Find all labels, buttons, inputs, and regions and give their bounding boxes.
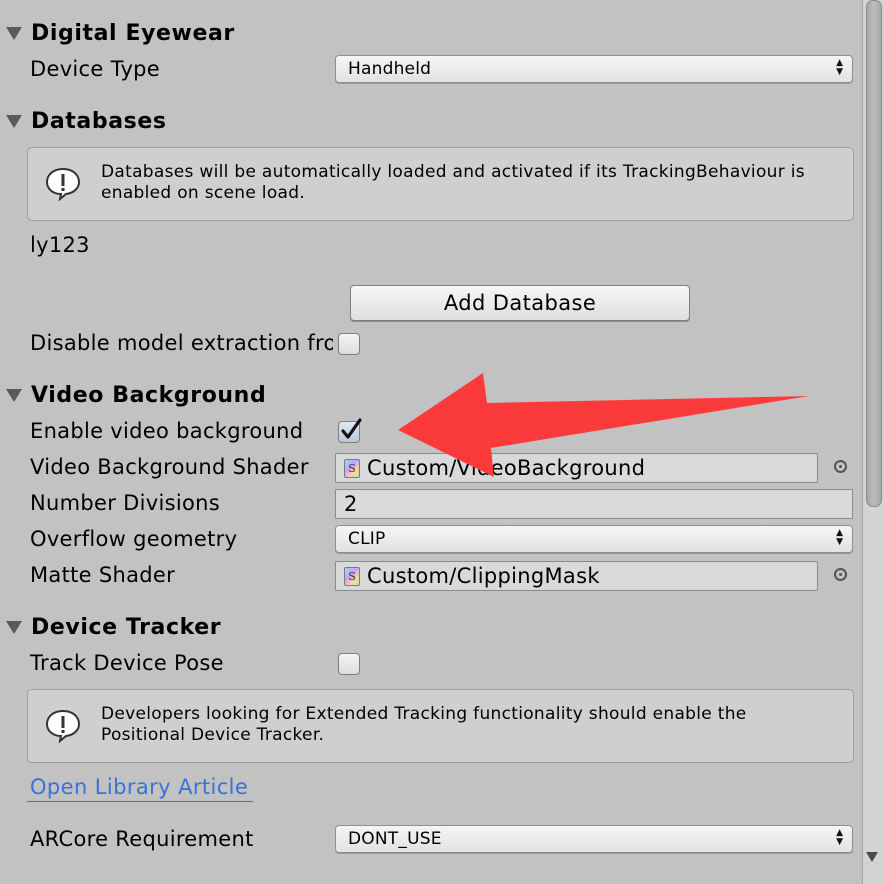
dropdown-value: DONT_USE — [348, 829, 442, 849]
database-name: ly123 — [30, 233, 90, 257]
shader-icon: S — [344, 567, 360, 586]
add-database-button[interactable]: Add Database — [350, 285, 690, 321]
foldout-triangle-icon[interactable] — [6, 388, 22, 402]
up-down-arrows-icon: ▲ ▼ — [836, 528, 843, 547]
enable-video-background-label: Enable video background — [30, 419, 304, 443]
matte-shader-field[interactable]: S Custom/ClippingMask — [335, 561, 818, 591]
object-picker-icon[interactable] — [834, 460, 847, 473]
matte-shader-value: Custom/ClippingMask — [367, 564, 600, 588]
databases-help-box: Databases will be automatically loaded a… — [27, 147, 854, 221]
scrollbar-thumb[interactable] — [866, 0, 882, 507]
scroll-down-arrow-icon[interactable] — [866, 852, 878, 862]
object-picker-icon[interactable] — [834, 568, 847, 581]
arcore-requirement-dropdown[interactable]: DONT_USE ▲ ▼ — [335, 825, 853, 853]
enable-video-background-checkbox[interactable] — [338, 418, 362, 443]
disable-extraction-checkbox[interactable] — [338, 333, 360, 355]
section-title: Databases — [31, 108, 167, 134]
red-annotation-arrow-icon — [398, 373, 809, 477]
section-video-background[interactable]: Video Background — [6, 380, 266, 410]
overflow-geometry-label: Overflow geometry — [30, 527, 238, 551]
foldout-triangle-icon[interactable] — [6, 620, 22, 634]
up-down-arrows-icon: ▲ ▼ — [836, 828, 843, 847]
checkmark-icon — [341, 418, 362, 439]
section-title: Device Tracker — [31, 614, 222, 640]
arcore-requirement-label: ARCore Requirement — [30, 827, 254, 851]
number-divisions-value: 2 — [344, 492, 358, 516]
number-divisions-label: Number Divisions — [30, 491, 220, 515]
device-type-dropdown[interactable]: Handheld ▲ ▼ — [335, 55, 853, 83]
foldout-triangle-icon[interactable] — [6, 114, 22, 128]
section-databases[interactable]: Databases — [6, 106, 167, 136]
section-title: Video Background — [31, 382, 267, 408]
open-library-article-link[interactable]: Open Library Article — [30, 772, 248, 802]
foldout-triangle-icon[interactable] — [6, 26, 22, 40]
dropdown-value: Handheld — [348, 59, 432, 79]
video-background-shader-label: Video Background Shader — [30, 455, 309, 479]
number-divisions-input[interactable]: 2 — [335, 489, 853, 519]
matte-shader-label: Matte Shader — [30, 563, 176, 587]
section-title: Digital Eyewear — [31, 20, 235, 46]
overflow-geometry-dropdown[interactable]: CLIP ▲ ▼ — [335, 525, 853, 553]
help-text: Developers looking for Extended Tracking… — [101, 704, 747, 745]
exclamation-speech-icon — [45, 167, 81, 201]
track-device-pose-label: Track Device Pose — [30, 651, 224, 675]
device-tracker-help-box: Developers looking for Extended Tracking… — [27, 689, 854, 763]
disable-extraction-label: Disable model extraction fro — [30, 331, 333, 355]
up-down-arrows-icon: ▲ ▼ — [836, 58, 843, 77]
section-device-tracker[interactable]: Device Tracker — [6, 612, 221, 642]
section-digital-eyewear[interactable]: Digital Eyewear — [6, 18, 235, 48]
track-device-pose-checkbox[interactable] — [338, 653, 360, 675]
help-text: Databases will be automatically loaded a… — [101, 162, 805, 203]
exclamation-speech-icon — [45, 709, 81, 743]
shader-icon: S — [344, 459, 360, 478]
link-underline — [27, 801, 253, 802]
dropdown-value: CLIP — [348, 529, 386, 549]
device-type-label: Device Type — [30, 57, 161, 81]
